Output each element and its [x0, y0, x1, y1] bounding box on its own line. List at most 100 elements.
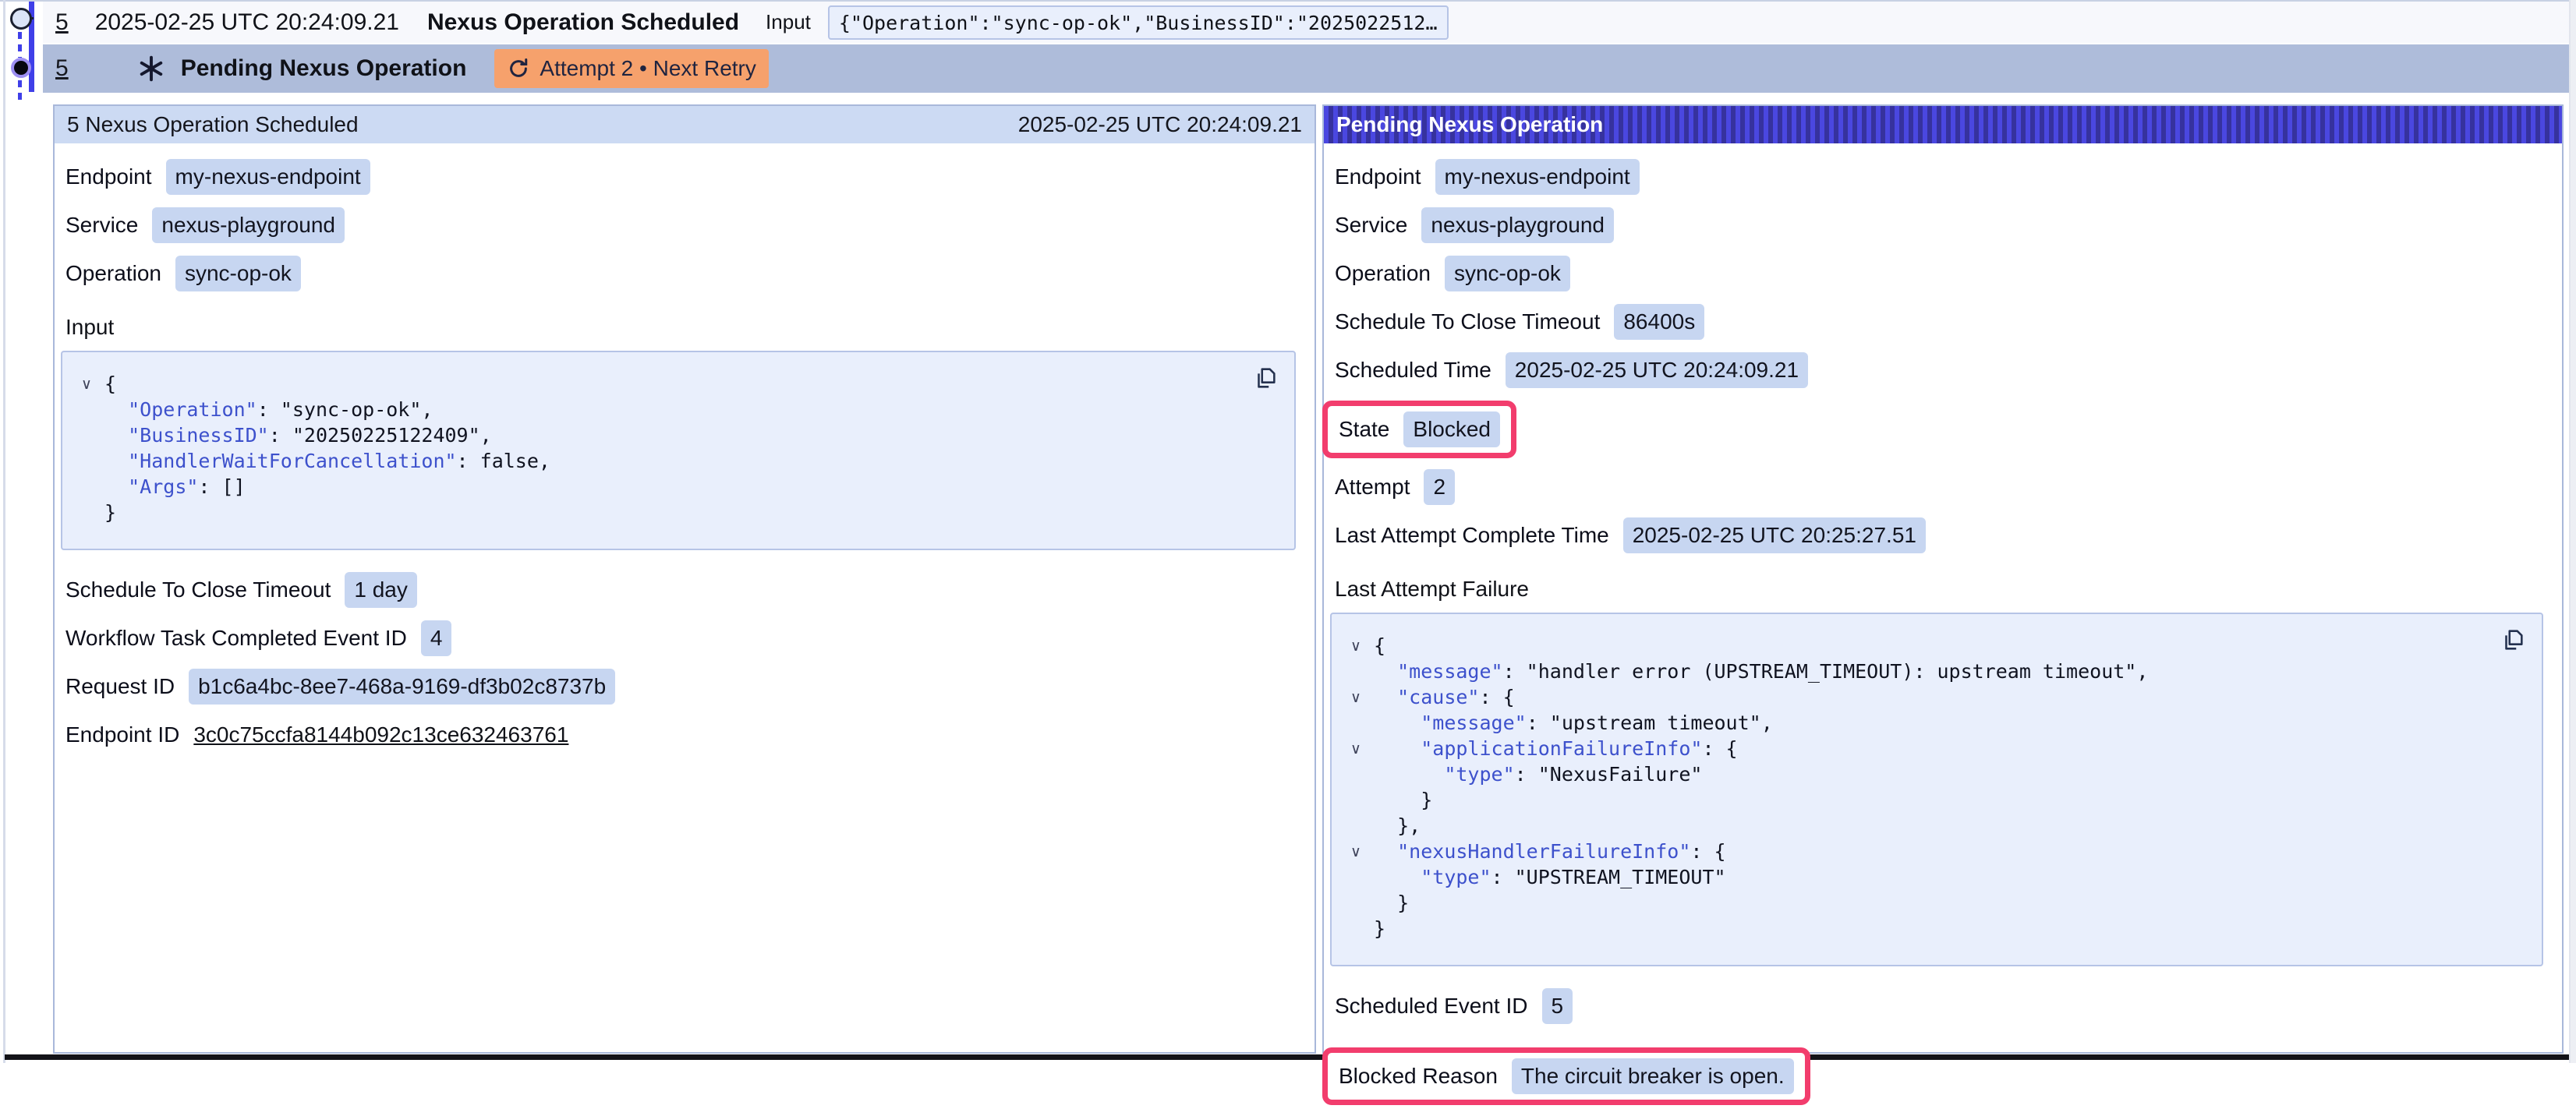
field-row-service: Servicenexus-playground — [65, 207, 1296, 243]
field-label: Schedule To Close Timeout — [65, 577, 331, 602]
json-line: } — [1338, 787, 2526, 813]
field-value-badge: sync-op-ok — [1445, 256, 1570, 291]
field-value-link[interactable]: 3c0c75ccfa8144b092c13ce632463761 — [193, 722, 568, 747]
event-input-label: Input — [766, 10, 811, 34]
vertical-scrollbar[interactable] — [2569, 0, 2576, 1063]
field-label: Endpoint — [65, 164, 152, 189]
json-line: } — [1338, 916, 2526, 941]
event-detail-panel: 5 Nexus Operation Scheduled 2025-02-25 U… — [53, 104, 1316, 1054]
state-highlight-annotation: State Blocked — [1322, 401, 1516, 458]
json-line: "BusinessID": "20250225122409", — [69, 422, 1279, 448]
retry-icon — [507, 57, 530, 80]
json-code: } — [1374, 787, 1432, 813]
field-list: Attempt2 Last Attempt Complete Time 2025-0… — [1335, 469, 2543, 553]
field-label: Schedule To Close Timeout — [1335, 309, 1600, 334]
json-content: ∨{ "message": "handler error (UPSTREAM_T… — [1338, 633, 2526, 941]
field-row-operation: Operationsync-op-ok — [65, 256, 1296, 291]
field-value-badge: 5 — [1542, 988, 1573, 1024]
timeline-dashed-connector — [18, 80, 22, 104]
event-row-pending[interactable]: 5 Pending Nexus Operation Attempt 2 • Ne… — [43, 44, 2571, 93]
json-code: } — [1374, 890, 1409, 916]
timeline-dashed-connector — [18, 32, 22, 58]
field-label: Last Attempt Complete Time — [1335, 523, 1609, 548]
attempt-retry-badge: Attempt 2 • Next Retry — [494, 49, 768, 88]
field-row-schedule-to-close-timeout: Schedule To Close Timeout86400s — [1335, 304, 2543, 340]
input-section-label: Input — [65, 315, 1296, 340]
json-code: } — [1374, 916, 1385, 941]
event-input-preview[interactable]: {"Operation":"sync-op-ok","BusinessID":"… — [828, 5, 1449, 40]
json-gutter — [1338, 920, 1374, 946]
field-row-last-attempt-complete-time: Last Attempt Complete Time 2025-02-25 UTC… — [1335, 517, 2543, 553]
json-gutter — [1338, 792, 1374, 818]
json-code: } — [104, 500, 116, 525]
field-list: Schedule To Close Timeout 1 day Workflow T… — [65, 572, 1296, 753]
json-line: ∨{ — [1338, 633, 2526, 659]
json-code: }, — [1374, 813, 1421, 839]
field-list: Endpoint my-nexus-endpoint Servicenexus-pl… — [65, 159, 1296, 291]
json-line: } — [69, 500, 1279, 525]
field-value-badge: Blocked — [1403, 411, 1500, 447]
field-value-badge: 2025-02-25 UTC 20:25:27.51 — [1623, 517, 1926, 553]
json-line: "Operation": "sync-op-ok", — [69, 397, 1279, 422]
field-label: Blocked Reason — [1339, 1064, 1498, 1089]
json-line: "type": "UPSTREAM_TIMEOUT" — [1338, 864, 2526, 890]
field-label: Operation — [1335, 261, 1431, 286]
field-row-endpoint: Endpoint my-nexus-endpoint — [65, 159, 1296, 195]
json-code: "BusinessID": "20250225122409", — [104, 422, 492, 448]
field-value-badge: 4 — [421, 620, 452, 656]
copy-button[interactable] — [1252, 365, 1279, 394]
event-timestamp: 2025-02-25 UTC 20:24:09.21 — [95, 9, 399, 36]
field-label: Scheduled Event ID — [1335, 994, 1528, 1019]
field-row-scheduled-event-id: Scheduled Event ID 5 — [1335, 988, 2543, 1024]
json-gutter — [1338, 715, 1374, 740]
json-line: "message": "handler error (UPSTREAM_TIME… — [1338, 659, 2526, 684]
field-label: State — [1339, 417, 1389, 442]
json-line: "HandlerWaitForCancellation": false, — [69, 448, 1279, 474]
field-row-workflow-task-completed-event-id: Workflow Task Completed Event ID4 — [65, 620, 1296, 656]
collapse-chevron-icon[interactable]: ∨ — [69, 376, 104, 401]
json-code: "message": "upstream timeout", — [1374, 710, 1773, 736]
field-row-endpoint-id: Endpoint ID3c0c75ccfa8144b092c13ce632463… — [65, 717, 1296, 753]
field-value-badge: sync-op-ok — [175, 256, 301, 291]
pending-title: Pending Nexus Operation — [181, 55, 467, 82]
attempt-badge-label: Attempt 2 • Next Retry — [540, 56, 755, 81]
json-line: }, — [1338, 813, 2526, 839]
event-id-link[interactable]: 5 — [55, 55, 69, 82]
json-gutter — [69, 479, 104, 504]
field-value-badge: my-nexus-endpoint — [166, 159, 370, 195]
scheduled-node-icon[interactable] — [10, 8, 32, 30]
copy-button[interactable] — [2500, 627, 2526, 655]
pending-asterisk-icon — [137, 55, 165, 83]
field-row-schedule-to-close-timeout: Schedule To Close Timeout 1 day — [65, 572, 1296, 608]
field-row-attempt: Attempt2 — [1335, 469, 2543, 505]
json-code: "applicationFailureInfo": { — [1374, 736, 1738, 761]
json-line: "message": "upstream timeout", — [1338, 710, 2526, 736]
page-left-border — [3, 0, 5, 1063]
field-value-badge: 1 day — [345, 572, 417, 608]
json-code: "nexusHandlerFailureInfo": { — [1374, 839, 1726, 864]
pending-node-icon[interactable] — [11, 58, 31, 78]
collapse-chevron-icon[interactable]: ∨ — [1338, 637, 1374, 663]
collapse-chevron-icon[interactable]: ∨ — [1338, 689, 1374, 715]
pending-operation-panel: Pending Nexus Operation Endpointmy-nexus… — [1322, 104, 2564, 1054]
field-row-scheduled-time: Scheduled Time2025-02-25 UTC 20:24:09.21 — [1335, 352, 2543, 388]
json-code: "Operation": "sync-op-ok", — [104, 397, 433, 422]
failure-json-viewer: ∨{ "message": "handler error (UPSTREAM_T… — [1330, 613, 2543, 966]
event-row-scheduled[interactable]: 5 2025-02-25 UTC 20:24:09.21 Nexus Opera… — [43, 2, 2571, 43]
collapse-chevron-icon[interactable]: ∨ — [1338, 740, 1374, 766]
json-line: } — [1338, 890, 2526, 916]
json-line: ∨ "cause": { — [1338, 684, 2526, 710]
json-line: ∨ "nexusHandlerFailureInfo": { — [1338, 839, 2526, 864]
json-content: ∨{ "Operation": "sync-op-ok", "BusinessI… — [69, 371, 1279, 525]
event-id-link[interactable]: 5 — [55, 9, 69, 36]
json-gutter — [1338, 869, 1374, 895]
field-value-badge: nexus-playground — [152, 207, 345, 243]
event-panel-time: 2025-02-25 UTC 20:24:09.21 — [1018, 112, 1302, 137]
collapse-chevron-icon[interactable]: ∨ — [1338, 843, 1374, 869]
json-gutter — [69, 504, 104, 530]
field-value-badge: b1c6a4bc-8ee7-468a-9169-df3b02c8737b — [189, 669, 615, 705]
json-gutter — [1338, 663, 1374, 689]
json-code: "message": "handler error (UPSTREAM_TIME… — [1374, 659, 2148, 684]
json-code: "type": "UPSTREAM_TIMEOUT" — [1374, 864, 1726, 890]
failure-section-label: Last Attempt Failure — [1335, 577, 2543, 602]
